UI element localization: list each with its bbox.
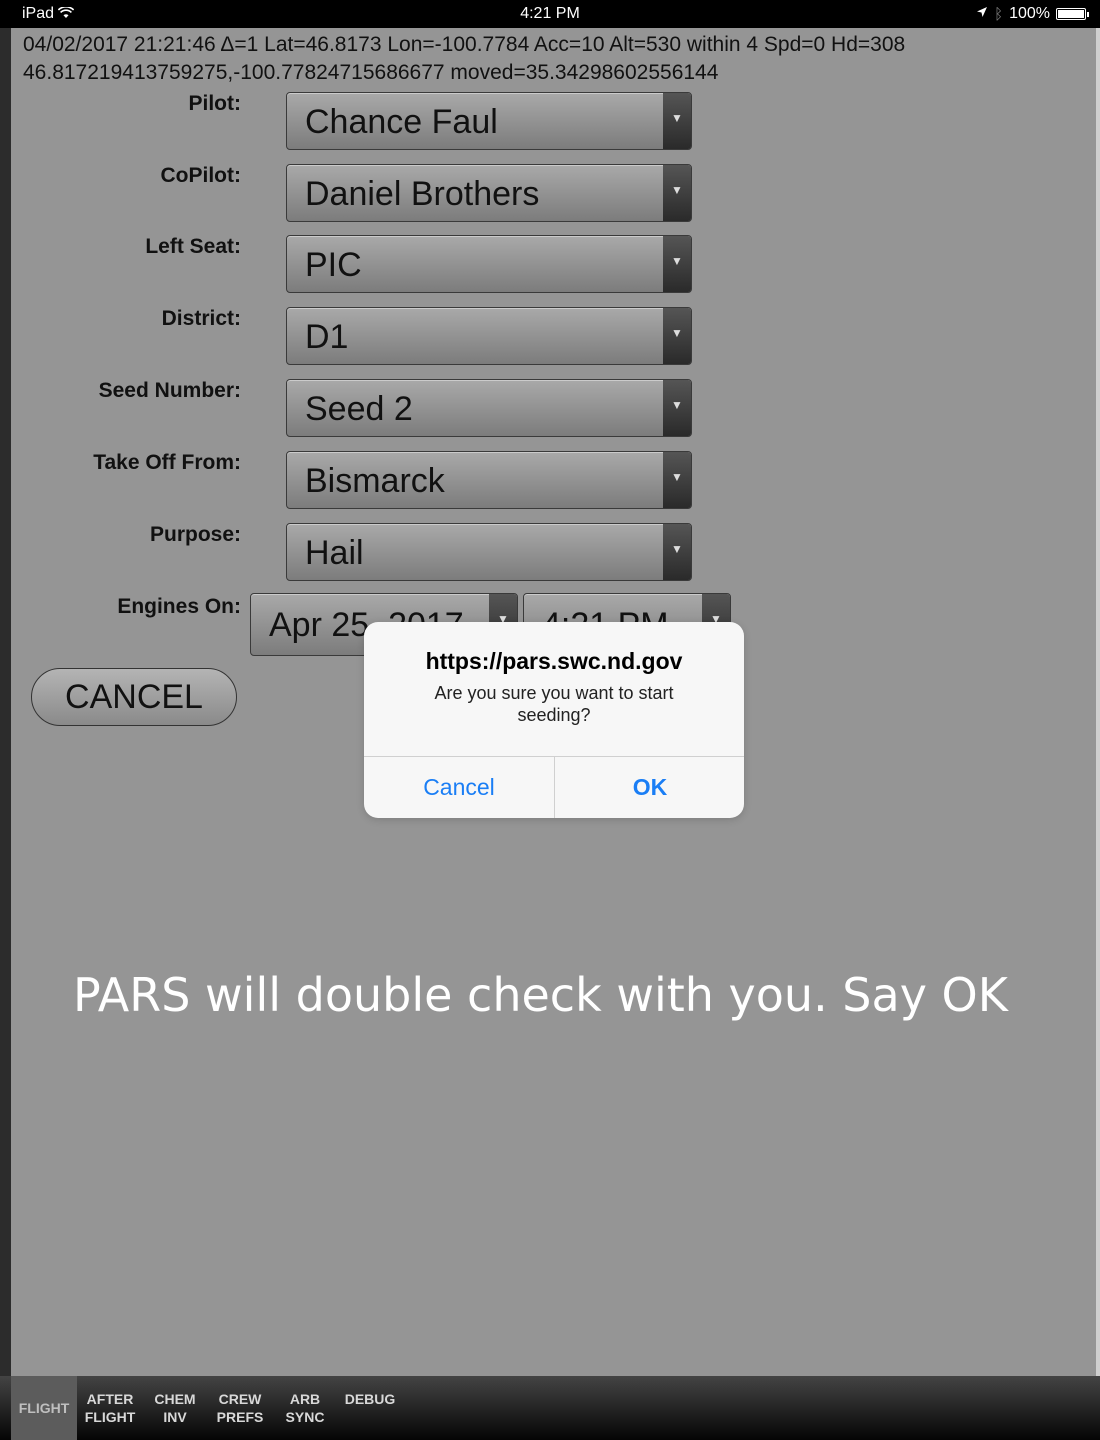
purpose-value: Hail [305, 534, 364, 572]
tab-label: FLIGHT [84, 1409, 136, 1425]
chevron-down-icon: ▼ [663, 380, 691, 436]
seed-number-label: Seed Number: [98, 379, 241, 402]
location-arrow-icon [976, 5, 988, 23]
district-value: D1 [305, 318, 349, 356]
pilot-label: Pilot: [188, 92, 242, 115]
tab-label: CREW [218, 1391, 262, 1407]
cancel-button[interactable]: CANCEL [31, 668, 237, 726]
tab-label: INV [163, 1409, 187, 1425]
tab-label: CHEM [154, 1391, 196, 1407]
pilot-select[interactable]: Chance Faul ▼ [286, 92, 692, 150]
status-time: 4:21 PM [520, 5, 580, 22]
tab-debug[interactable]: DEBUG [338, 1376, 402, 1440]
tab-arb-sync[interactable]: ARB SYNC [276, 1376, 334, 1440]
status-bar: iPad 4:21 PM ᛒ 100% [0, 0, 1100, 28]
tab-label: DEBUG [344, 1391, 396, 1407]
left-seat-label: Left Seat: [145, 235, 241, 258]
tab-after-flight[interactable]: AFTER FLIGHT [78, 1376, 142, 1440]
tab-crew-prefs[interactable]: CREW PREFS [208, 1376, 272, 1440]
gps-line-2: 46.817219413759275,-100.77824715686677 m… [23, 61, 719, 84]
tab-flight[interactable]: FLIGHT [11, 1376, 77, 1440]
left-seat-select[interactable]: PIC ▼ [286, 235, 692, 293]
tab-label: SYNC [285, 1409, 325, 1425]
instruction-caption: PARS will double check with you. Say OK [73, 968, 1008, 1022]
chevron-down-icon: ▼ [663, 308, 691, 364]
dialog-ok-button[interactable]: OK [555, 757, 744, 818]
left-edge [0, 28, 11, 1376]
tab-label: AFTER [86, 1391, 134, 1407]
take-off-from-select[interactable]: Bismarck ▼ [286, 451, 692, 509]
left-seat-value: PIC [305, 246, 362, 284]
tab-label: ARB [289, 1391, 321, 1407]
right-edge [1096, 28, 1100, 1376]
dialog-title: https://pars.swc.nd.gov [425, 648, 683, 674]
dialog-message: Are you sure you want to start seeding? [434, 683, 674, 725]
copilot-value: Daniel Brothers [305, 175, 540, 213]
seed-number-value: Seed 2 [305, 390, 413, 428]
tab-label: PREFS [216, 1409, 264, 1425]
engines-on-label: Engines On: [117, 595, 241, 618]
district-select[interactable]: D1 ▼ [286, 307, 692, 365]
confirm-dialog: https://pars.swc.nd.gov Are you sure you… [364, 622, 744, 818]
chevron-down-icon: ▼ [663, 236, 691, 292]
dialog-cancel-button[interactable]: Cancel [364, 757, 554, 818]
copilot-label: CoPilot: [160, 164, 241, 187]
tab-label: FLIGHT [18, 1400, 70, 1416]
battery-percent: 100% [1009, 5, 1050, 22]
district-label: District: [161, 307, 241, 330]
chevron-down-icon: ▼ [663, 93, 691, 149]
purpose-label: Purpose: [149, 523, 241, 546]
take-off-from-value: Bismarck [305, 462, 445, 500]
take-off-from-label: Take Off From: [93, 451, 241, 474]
status-right: ᛒ 100% [976, 5, 1089, 23]
chevron-down-icon: ▼ [663, 452, 691, 508]
gps-readout: 04/02/2017 21:21:46 Δ=1 Lat=46.8173 Lon=… [23, 31, 905, 87]
seed-number-select[interactable]: Seed 2 ▼ [286, 379, 692, 437]
tab-chem-inv[interactable]: CHEM INV [146, 1376, 204, 1440]
gps-line-1: 04/02/2017 21:21:46 Δ=1 Lat=46.8173 Lon=… [23, 33, 906, 56]
purpose-select[interactable]: Hail ▼ [286, 523, 692, 581]
pilot-value: Chance Faul [305, 103, 498, 141]
bluetooth-icon: ᛒ [994, 5, 1004, 23]
chevron-down-icon: ▼ [663, 165, 691, 221]
app-screen: 04/02/2017 21:21:46 Δ=1 Lat=46.8173 Lon=… [11, 28, 1096, 1376]
tab-bar: FLIGHT AFTER FLIGHT CHEM INV CREW PREFS … [0, 1376, 1100, 1440]
copilot-select[interactable]: Daniel Brothers ▼ [286, 164, 692, 222]
battery-icon [1056, 8, 1089, 20]
chevron-down-icon: ▼ [663, 524, 691, 580]
